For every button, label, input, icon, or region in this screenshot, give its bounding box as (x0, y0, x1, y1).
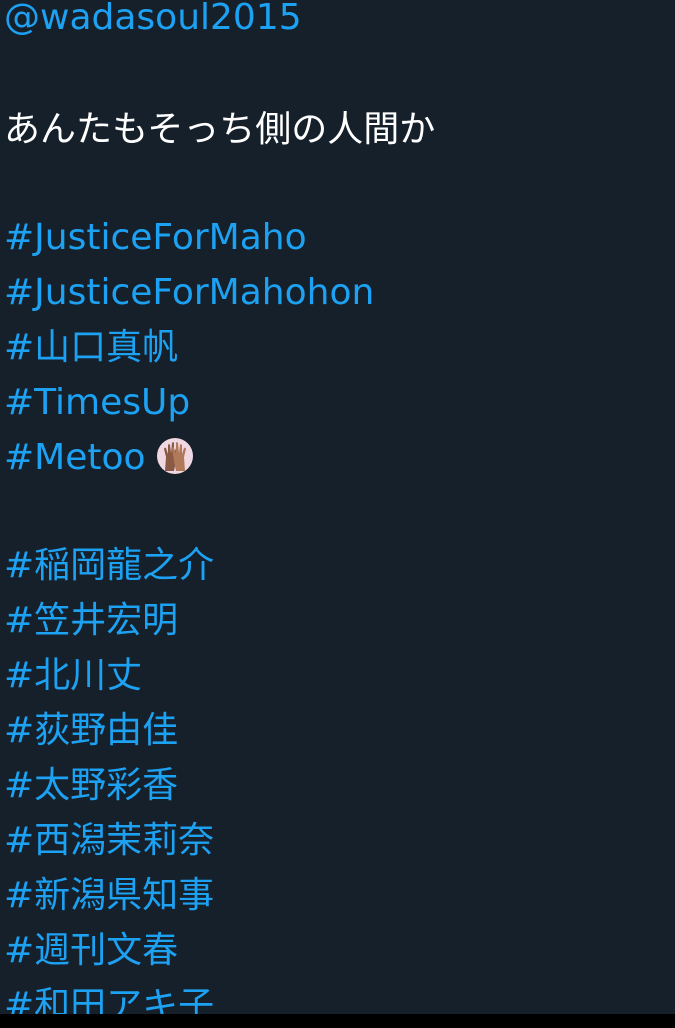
hashtag-justiceformahohon[interactable]: #JusticeForMahohon (4, 271, 374, 315)
hashtag-nishigata-marina[interactable]: #西潟茉莉奈 (4, 819, 214, 863)
tweet-screen: @wadasoul2015 あんたもそっち側の人間か #JusticeForMa… (0, 0, 675, 1028)
tweet-body: @wadasoul2015 あんたもそっち側の人間か #JusticeForMa… (4, 0, 675, 1014)
raised-hands-emoji-icon (156, 437, 194, 475)
hashtag-kitagawa-jo[interactable]: #北川丈 (4, 654, 142, 698)
hashtag-metoo[interactable]: #Metoo (4, 437, 146, 478)
bottom-edge-bar (0, 1014, 675, 1028)
hashtag-niigata-governor[interactable]: #新潟県知事 (4, 874, 214, 918)
hashtag-kasai-hiroaki[interactable]: #笠井宏明 (4, 599, 178, 643)
reply-mention-link[interactable]: @wadasoul2015 (4, 0, 302, 40)
hashtag-timesup[interactable]: #TimesUp (4, 381, 190, 425)
hashtag-yamaguchi-maho[interactable]: #山口真帆 (4, 326, 178, 370)
metoo-line: #Metoo (4, 436, 194, 480)
hashtag-inaoka-ryunosuke[interactable]: #稲岡龍之介 (4, 544, 214, 588)
hashtag-wada-akiko[interactable]: #和田アキ子 (4, 984, 214, 1014)
hashtag-ono-ayaka[interactable]: #太野彩香 (4, 764, 178, 808)
hashtag-shukan-bunshun[interactable]: #週刊文春 (4, 929, 178, 973)
hashtag-justiceformaho[interactable]: #JusticeForMaho (4, 216, 307, 260)
tweet-text: あんたもそっち側の人間か (4, 109, 436, 150)
hashtag-ogino-yuka[interactable]: #荻野由佳 (4, 709, 178, 753)
